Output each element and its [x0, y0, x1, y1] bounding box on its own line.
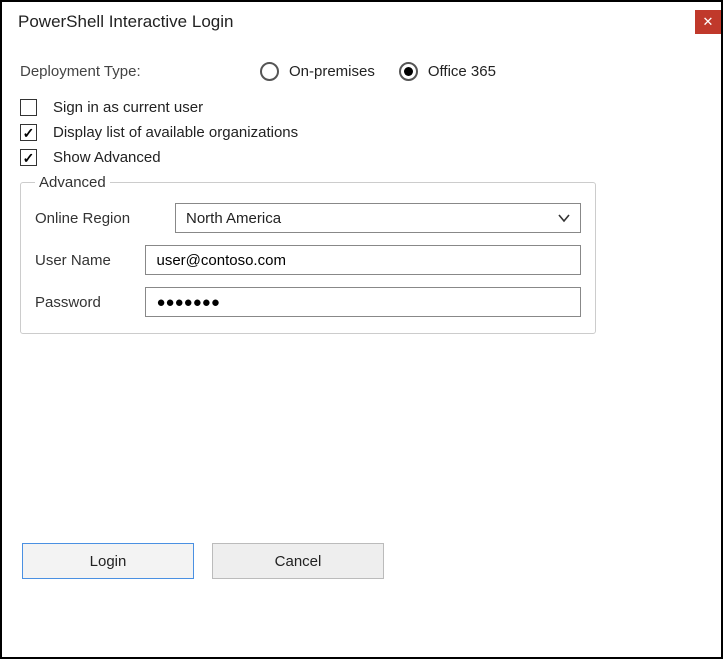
select-online-region-wrap: North America [175, 203, 581, 233]
titlebar: PowerShell Interactive Login ✕ [2, 2, 721, 34]
cancel-button-label: Cancel [275, 553, 322, 570]
checkbox-display-orgs-label[interactable]: Display list of available organizations [53, 124, 298, 141]
radio-on-premises-label[interactable]: On-premises [289, 63, 375, 80]
window-title: PowerShell Interactive Login [18, 10, 233, 32]
deployment-row: Deployment Type: On-premises Office 365 [20, 62, 703, 81]
dialog-content: Deployment Type: On-premises Office 365 … [2, 34, 721, 334]
advanced-legend: Advanced [35, 174, 110, 191]
checkbox-show-advanced[interactable] [20, 149, 37, 166]
checkbox-row-show-advanced: Show Advanced [20, 149, 703, 166]
checkbox-signin-label[interactable]: Sign in as current user [53, 99, 203, 116]
checkbox-signin-current-user[interactable] [20, 99, 37, 116]
radio-office-365[interactable] [399, 62, 418, 81]
checkbox-display-orgs[interactable] [20, 124, 37, 141]
checkbox-row-signin: Sign in as current user [20, 99, 703, 116]
advanced-fieldset: Advanced Online Region North America Use… [20, 174, 596, 334]
deployment-type-label: Deployment Type: [20, 63, 260, 80]
label-username: User Name [35, 252, 145, 269]
radio-office-365-label[interactable]: Office 365 [428, 63, 496, 80]
close-button[interactable]: ✕ [695, 10, 721, 34]
label-password: Password [35, 294, 145, 311]
label-online-region: Online Region [35, 210, 175, 227]
input-username[interactable] [145, 245, 581, 275]
login-button[interactable]: Login [22, 543, 194, 579]
row-username: User Name [35, 245, 581, 275]
checkbox-row-display-orgs: Display list of available organizations [20, 124, 703, 141]
deployment-radio-group: On-premises Office 365 [260, 62, 510, 81]
close-icon: ✕ [703, 14, 714, 30]
dialog-button-row: Login Cancel [22, 543, 384, 579]
row-password: Password [35, 287, 581, 317]
select-online-region[interactable]: North America [175, 203, 581, 233]
checkbox-show-advanced-label[interactable]: Show Advanced [53, 149, 161, 166]
cancel-button[interactable]: Cancel [212, 543, 384, 579]
row-online-region: Online Region North America [35, 203, 581, 233]
select-online-region-value: North America [186, 210, 281, 227]
input-password[interactable] [145, 287, 581, 317]
radio-on-premises[interactable] [260, 62, 279, 81]
login-button-label: Login [90, 553, 127, 570]
